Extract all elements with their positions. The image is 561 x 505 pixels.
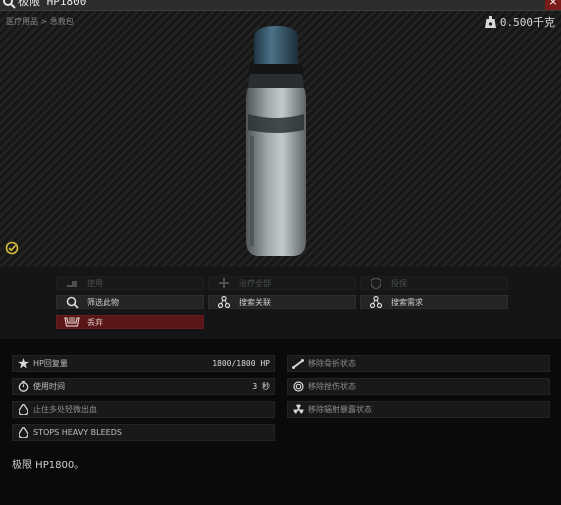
- stopwatch-icon: [18, 381, 28, 392]
- bone-icon: [292, 358, 304, 369]
- window-title: 极限 HP1800: [18, 0, 87, 8]
- insure-button[interactable]: 投保: [360, 276, 508, 290]
- breadcrumb: 医疗用品 > 急救包: [6, 17, 74, 26]
- item-preview: 医疗用品 > 急救包 0.500千克: [0, 11, 561, 267]
- use-button[interactable]: 使用: [56, 276, 204, 290]
- property-hp-resource: HP回复量 1800/1800 HP: [12, 355, 275, 372]
- property-value: 3 秒: [252, 382, 270, 391]
- required-search-label: 搜索需求: [391, 297, 423, 307]
- item-description: 极限 HP1800。: [12, 460, 85, 471]
- search-icon: [66, 296, 79, 309]
- use-icon: [67, 281, 77, 287]
- property-label: 移除骨折状态: [308, 359, 356, 368]
- heal-cross-icon: [219, 278, 229, 288]
- property-contusion: 移除挫伤状态: [287, 378, 550, 395]
- insure-label: 投保: [391, 278, 407, 288]
- linked-search-label: 搜索关联: [239, 297, 271, 307]
- hp-cross-icon: [17, 358, 29, 369]
- link-nodes-icon: [370, 296, 382, 308]
- heal-all-button[interactable]: 治疗全部: [208, 276, 356, 290]
- property-label: STOPS HEAVY BLEEDS: [33, 428, 122, 437]
- property-value: 1800/1800 HP: [212, 359, 270, 368]
- use-label: 使用: [87, 278, 103, 288]
- action-panel: 使用 治疗全部 投保 筛选此物 搜索关联 搜索需求 丢弃: [0, 267, 561, 339]
- property-use-time: 使用时间 3 秒: [12, 378, 275, 395]
- search-icon: [3, 0, 16, 9]
- properties-left: HP回复量 1800/1800 HP 使用时间 3 秒 止住多处轻微出血 STO…: [12, 355, 275, 447]
- shield-icon: [371, 277, 381, 289]
- property-label: 止住多处轻微出血: [33, 405, 97, 414]
- window-titlebar: 极限 HP1800 ×: [0, 0, 561, 11]
- weight-icon: [484, 16, 496, 28]
- property-radiation: 移除辐射暴露状态: [287, 401, 550, 418]
- property-fracture: 移除骨折状态: [287, 355, 550, 372]
- property-label: 使用时间: [33, 382, 65, 391]
- discard-icon: [64, 317, 80, 327]
- item-image: [246, 26, 306, 256]
- item-weight: 0.500千克: [484, 15, 555, 29]
- blood-drop-icon: [18, 427, 28, 438]
- properties-right: 移除骨折状态 移除挫伤状态 移除辐射暴露状态: [287, 355, 550, 424]
- property-label: 移除挫伤状态: [308, 382, 356, 391]
- filter-button[interactable]: 筛选此物: [56, 295, 204, 309]
- filter-label: 筛选此物: [87, 297, 119, 307]
- link-nodes-icon: [218, 296, 230, 308]
- property-label: HP回复量: [33, 359, 68, 368]
- required-search-button[interactable]: 搜索需求: [360, 295, 508, 309]
- close-button[interactable]: ×: [545, 0, 561, 10]
- property-heavy-bleed: STOPS HEAVY BLEEDS: [12, 424, 275, 441]
- blood-drop-icon: [18, 404, 28, 415]
- linked-search-button[interactable]: 搜索关联: [208, 295, 356, 309]
- discard-label: 丢弃: [87, 317, 103, 327]
- examined-check-icon: [5, 241, 19, 255]
- weight-value: 0.500千克: [499, 16, 555, 29]
- property-label: 移除辐射暴露状态: [308, 405, 372, 414]
- discard-button[interactable]: 丢弃: [56, 315, 204, 329]
- heal-all-label: 治疗全部: [239, 278, 271, 288]
- close-icon: ×: [548, 0, 558, 8]
- radiation-icon: [293, 404, 303, 414]
- contusion-icon: [292, 381, 304, 392]
- property-light-bleed: 止住多处轻微出血: [12, 401, 275, 418]
